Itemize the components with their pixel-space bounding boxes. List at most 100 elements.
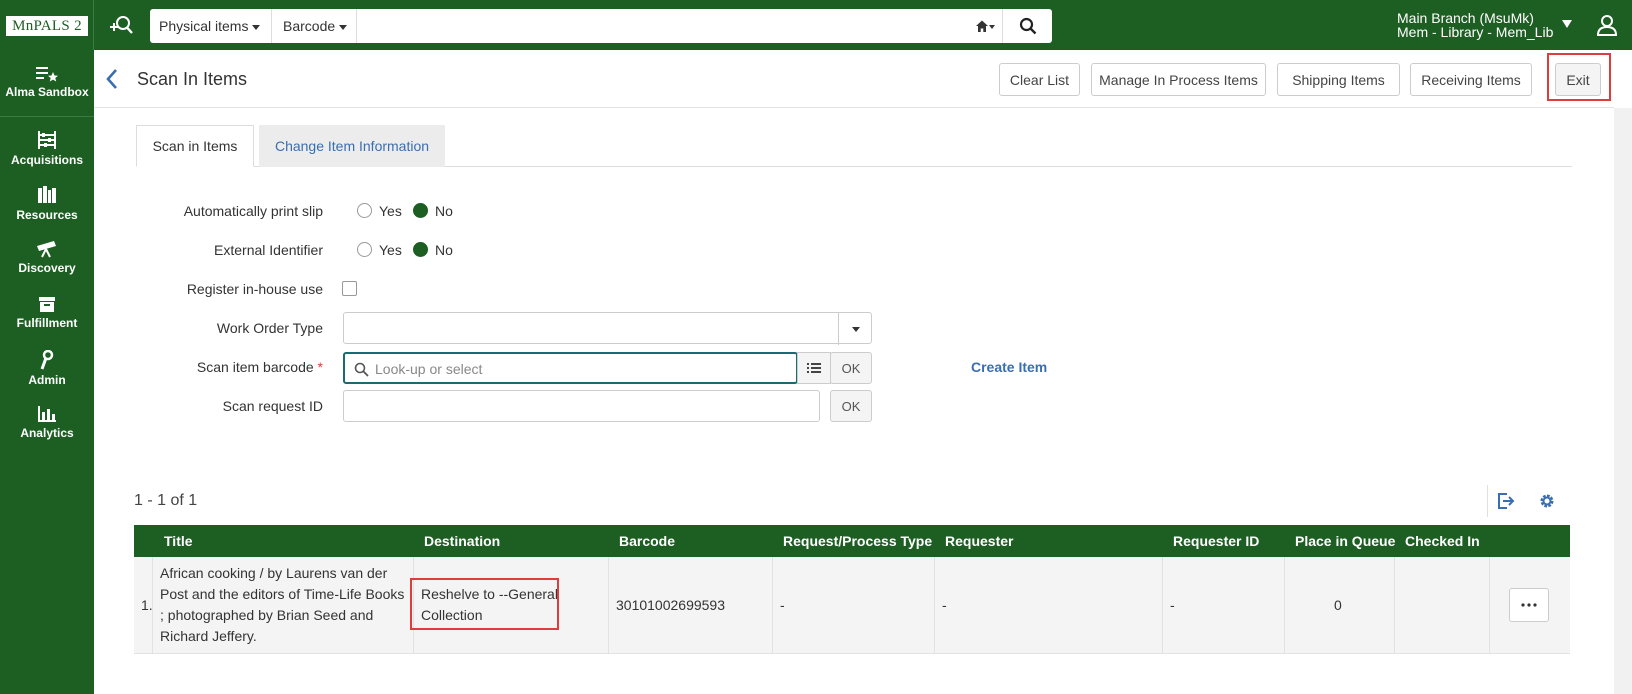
auto-print-no-radio[interactable] [413,203,428,218]
column-header-barcode[interactable]: Barcode [619,533,675,549]
search-button[interactable] [1002,9,1052,43]
destination-highlight-box [410,578,559,630]
current-location[interactable]: Main Branch (MsuMk) Mem - Library - Mem_… [1397,11,1553,39]
tab-change-item-information[interactable]: Change Item Information [259,125,445,167]
create-item-link[interactable]: Create Item [971,359,1047,375]
register-in-house-label: Register in-house use [186,281,323,297]
auto-print-label: Automatically print slip [183,203,323,219]
abacus-icon [38,131,56,149]
sidebar-item-alma-sandbox[interactable]: Alma Sandbox [0,66,94,99]
tab-bar: Scan in Items Change Item Information [136,125,1572,167]
manage-in-process-items-button[interactable]: Manage In Process Items [1091,63,1266,96]
persistent-search-icon[interactable] [108,13,134,37]
scrollbar[interactable] [1614,108,1632,694]
radio-label-yes: Yes [379,203,402,219]
location-branch: Main Branch (MsuMk) [1397,10,1534,26]
search-type-dropdown[interactable]: Physical items [150,9,272,43]
table-row: 1. African cooking / by Laurens van der … [134,557,1570,654]
scan-request-id-input[interactable] [343,390,820,422]
gear-icon[interactable] [1539,493,1555,509]
search-field-label: Barcode [283,18,336,34]
table-header: Title Destination Barcode Request/Proces… [134,525,1570,557]
divider [934,557,935,654]
caret-down-icon [339,24,348,30]
work-order-type-dropdown-button[interactable] [838,313,872,345]
receiving-items-button[interactable]: Receiving Items [1410,63,1532,96]
home-icon [976,20,995,32]
external-id-label: External Identifier [214,242,323,258]
barcode-placeholder: Look-up or select [375,361,483,377]
sidebar-item-label: Analytics [20,426,74,440]
radio-label-no: No [435,203,453,219]
sidebar-item-label: Admin [28,373,66,387]
location-caret-icon[interactable] [1562,20,1572,28]
scan-item-barcode-input[interactable]: Look-up or select [343,352,798,384]
top-bar: MnPALS 2 Physical items Barcode Main Bra… [0,0,1632,50]
divider [772,557,773,654]
more-icon [1521,603,1537,607]
divider [1284,557,1285,654]
work-order-type-select[interactable] [343,312,872,345]
scan-item-barcode-text: Scan item barcode [196,359,314,375]
scan-item-barcode-label: Scan item barcode * [23,359,323,375]
sidebar-item-label: Alma Sandbox [5,85,89,99]
column-header-title[interactable]: Title [164,533,193,549]
column-header-requester-id[interactable]: Requester ID [1173,533,1259,549]
search-bar: Physical items Barcode [150,9,1052,43]
barcode-list-button[interactable] [797,352,831,384]
star-list-icon [36,67,58,82]
search-scope-button[interactable] [968,9,1002,43]
search-icon [1019,17,1036,35]
user-icon[interactable] [1596,14,1618,36]
divider [1487,485,1488,517]
page-header: Scan In Items Clear List Manage In Proce… [94,50,1614,108]
shipping-items-button[interactable]: Shipping Items [1277,63,1400,96]
column-header-destination[interactable]: Destination [424,533,500,549]
external-id-yes-radio[interactable] [357,242,372,257]
search-type-label: Physical items [159,18,249,34]
row-actions-button[interactable] [1509,588,1549,622]
sidebar-item-acquisitions[interactable]: Acquisitions [0,130,94,167]
column-header-place-in-queue[interactable]: Place in Queue [1295,533,1395,549]
sidebar-item-label: Discovery [18,261,76,275]
tab-scan-in-items[interactable]: Scan in Items [136,125,254,167]
cell-request-type: - [780,597,785,613]
column-header-request-type[interactable]: Request/Process Type [783,533,932,549]
scan-request-id-label: Scan request ID [222,398,323,414]
row-number: 1. [141,597,153,613]
divider [608,557,609,654]
search-icon [354,362,369,377]
request-ok-button[interactable]: OK [830,390,872,422]
cell-place-in-queue: 0 [1334,597,1342,613]
location-desk: Mem - Library - Mem_Lib [1397,24,1554,40]
caret-down-icon [851,326,860,332]
exit-highlight-box [1547,53,1611,101]
external-id-no-radio[interactable] [413,242,428,257]
cell-requester-id: - [1170,597,1175,613]
required-indicator: * [317,359,323,375]
divider [1394,557,1395,654]
register-in-house-checkbox[interactable] [342,281,357,296]
divider [1489,557,1490,654]
radio-label-no: No [435,242,453,258]
box-icon [39,297,55,312]
list-icon [807,363,821,373]
books-icon [38,186,56,203]
radio-label-yes: Yes [379,242,402,258]
column-header-checked-in[interactable]: Checked In [1405,533,1480,549]
export-icon[interactable] [1497,492,1515,510]
divider [1162,557,1163,654]
divider [93,0,94,50]
work-order-type-label: Work Order Type [216,320,323,336]
cell-barcode: 30101002699593 [616,597,726,613]
back-icon[interactable] [104,67,120,91]
sidebar-item-label: Acquisitions [10,153,83,167]
column-header-requester[interactable]: Requester [945,533,1013,549]
clear-list-button[interactable]: Clear List [999,63,1080,96]
divider [0,116,94,117]
results-count: 1 - 1 of 1 [134,492,198,509]
auto-print-yes-radio[interactable] [357,203,372,218]
search-field-dropdown[interactable]: Barcode [273,9,357,43]
cell-title[interactable]: African cooking / by Laurens van der Pos… [160,563,410,647]
barcode-ok-button[interactable]: OK [830,352,872,384]
